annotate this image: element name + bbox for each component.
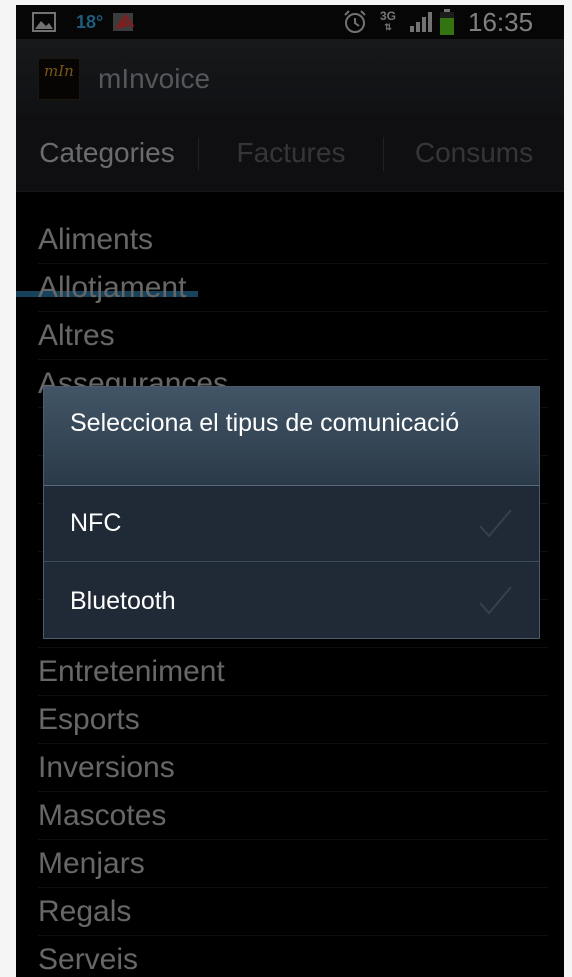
check-icon[interactable] — [477, 585, 513, 622]
option-nfc[interactable]: NFC — [44, 486, 539, 562]
option-label: NFC — [70, 509, 122, 537]
dialog-title: Selecciona el tipus de comunicació — [70, 409, 460, 437]
option-label: Bluetooth — [70, 586, 176, 615]
option-bluetooth[interactable]: Bluetooth — [44, 563, 539, 639]
communication-type-dialog: Selecciona el tipus de comunicació NFC B… — [43, 386, 540, 639]
dialog-header: Selecciona el tipus de comunicació — [44, 387, 539, 486]
check-icon[interactable] — [477, 508, 513, 545]
phone-screen: 18° 3G ⇅ 16:35 mIn mInvoice Categories F… — [16, 5, 564, 977]
